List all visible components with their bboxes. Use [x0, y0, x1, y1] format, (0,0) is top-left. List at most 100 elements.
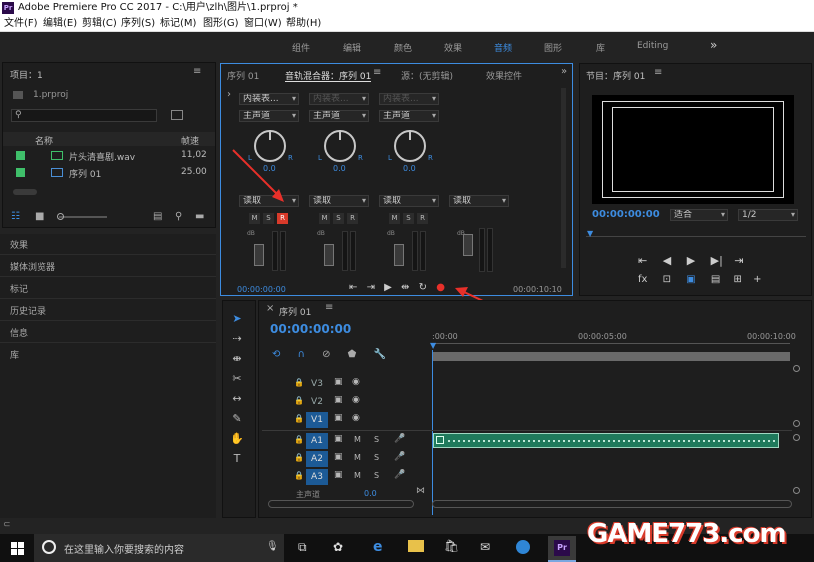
playback-resolution-dropdown[interactable]: 1/2 — [738, 209, 798, 221]
work-area-bar[interactable] — [432, 352, 790, 361]
export-frame-icon[interactable]: ⊞ — [734, 274, 742, 285]
premiere-taskbar-button[interactable]: Pr — [548, 536, 576, 562]
sync-lock-icon[interactable]: ▣ — [334, 470, 343, 480]
add-button-icon[interactable]: + — [753, 274, 761, 285]
pen-tool-icon[interactable]: ✎ — [229, 411, 245, 427]
voice-over-mic-icon[interactable]: 🎤 — [394, 452, 405, 462]
master-track-label: 主声道 — [296, 490, 320, 499]
playhead-icon[interactable]: ▼ — [430, 341, 436, 350]
lock-icon[interactable]: 🔒 — [294, 435, 304, 444]
zoom-level-dropdown[interactable]: 适合 — [670, 209, 728, 221]
track-label[interactable]: A3 — [306, 469, 328, 485]
store-icon[interactable]: 🛍 — [444, 539, 459, 553]
mute-button[interactable]: M — [354, 435, 361, 444]
track-label[interactable]: V3 — [306, 376, 328, 392]
track-scroll-handle[interactable] — [793, 420, 800, 427]
panel-menu-icon[interactable]: ≡ — [654, 67, 662, 78]
status-icon: ⊂ — [3, 520, 11, 530]
track-label[interactable]: V1 — [306, 412, 328, 428]
voice-over-mic-icon[interactable]: 🎤 — [394, 434, 405, 444]
track-label[interactable]: V2 — [306, 394, 328, 410]
watermark: GAME773.com — [587, 519, 787, 549]
task-view-icon[interactable]: ⧉ — [298, 540, 307, 555]
eye-icon[interactable]: ◉ — [352, 413, 360, 423]
track-scroll-handle[interactable] — [793, 434, 800, 441]
track-scroll-handle[interactable] — [793, 365, 800, 372]
lock-icon[interactable]: 🔒 — [294, 378, 304, 387]
audio-clip[interactable] — [433, 433, 779, 448]
program-monitor-panel: 节目：序列 01 ≡ 00:00:00:00 适合 1/2 ▼ ⇤ ◀ ▶ ▶|… — [579, 63, 812, 296]
fx-icon[interactable]: fx — [638, 274, 647, 285]
mute-button[interactable]: M — [354, 471, 361, 480]
sync-lock-icon[interactable]: ▣ — [334, 377, 343, 387]
eye-icon[interactable]: ◉ — [352, 377, 360, 387]
solo-button[interactable]: S — [374, 435, 379, 444]
nest-icon[interactable]: ⟲ — [272, 349, 280, 360]
lock-icon[interactable]: 🔒 — [294, 396, 304, 405]
step-frame-back-icon[interactable]: ◀ — [663, 254, 671, 267]
solo-button[interactable]: S — [374, 453, 379, 462]
track-label[interactable]: A2 — [306, 451, 328, 467]
voice-over-mic-icon[interactable]: 🎤 — [394, 470, 405, 480]
lock-icon[interactable]: 🔒 — [294, 414, 304, 423]
insert-icon[interactable]: ⊡ — [663, 274, 671, 285]
track-label[interactable]: A1 — [306, 433, 328, 449]
sync-lock-icon[interactable]: ▣ — [334, 434, 343, 444]
file-explorer-icon[interactable] — [408, 540, 424, 552]
master-track-volume[interactable]: 0.0 — [364, 489, 377, 498]
program-buttons: fx ⊡ ▣ ▤ ⊞ + — [638, 274, 761, 285]
panel-menu-icon[interactable]: ≡ — [325, 302, 333, 313]
slip-tool-icon[interactable]: ↔ — [229, 391, 245, 407]
track-header-a1: 🔒 A1 ▣ M S 🎤 — [262, 432, 430, 450]
timeline-timecode[interactable]: 00:00:00:00 — [270, 322, 351, 336]
mail-icon[interactable]: ✉ — [480, 540, 490, 554]
track-header-a2: 🔒 A2 ▣ M S 🎤 — [262, 450, 430, 468]
settings-wrench-icon[interactable]: 🔧 — [374, 349, 386, 360]
add-marker-icon[interactable]: ⬟ — [348, 349, 357, 360]
windows-start-icon[interactable] — [11, 542, 24, 555]
ripple-edit-tool-icon[interactable]: ⇼ — [229, 351, 245, 367]
type-tool-icon[interactable]: T — [229, 451, 245, 467]
eye-icon[interactable]: ◉ — [352, 395, 360, 405]
solo-button[interactable]: S — [374, 471, 379, 480]
program-timeline-ruler[interactable] — [586, 236, 806, 237]
program-title: 节目：序列 01 — [586, 72, 646, 82]
sync-lock-icon[interactable]: ▣ — [334, 413, 343, 423]
mute-button[interactable]: M — [354, 453, 361, 462]
play-icon[interactable]: ▶ — [687, 254, 695, 267]
playhead-icon[interactable]: ▼ — [587, 229, 593, 238]
snap-icon[interactable]: ∩ — [298, 349, 305, 360]
pinwheel-app-icon[interactable]: ✿ — [333, 540, 343, 554]
step-frame-forward-icon[interactable]: ▶| — [711, 254, 723, 267]
taskbar-search-box[interactable]: 在这里输入你要搜索的内容 🎙 — [34, 534, 284, 562]
track-scroll-handle[interactable] — [793, 487, 800, 494]
selection-tool-icon[interactable]: ➤ — [229, 311, 245, 327]
track-header-v2: 🔒 V2 ▣ ◉ — [262, 393, 430, 411]
go-to-out-icon[interactable]: ⇥ — [734, 254, 743, 267]
sync-lock-icon[interactable]: ▣ — [334, 395, 343, 405]
program-timecode[interactable]: 00:00:00:00 — [592, 209, 660, 220]
program-transport: ⇤ ◀ ▶ ▶| ⇥ — [638, 254, 744, 267]
fx-badge-icon — [436, 436, 444, 444]
step-back-icon[interactable]: ⇤ — [638, 254, 647, 267]
timeline-horizontal-scrollbar[interactable] — [268, 500, 414, 508]
sync-lock-icon[interactable]: ▣ — [334, 452, 343, 462]
time-ruler[interactable] — [432, 343, 790, 346]
edge-browser-icon[interactable]: e — [373, 539, 383, 555]
microphone-icon[interactable]: 🎙 — [266, 541, 279, 552]
lock-icon[interactable]: 🔒 — [294, 471, 304, 480]
lock-icon[interactable]: 🔒 — [294, 453, 304, 462]
master-track-end-icon[interactable]: ⋈ — [416, 486, 425, 496]
multicam-icon[interactable]: ▤ — [711, 274, 720, 285]
track-select-tool-icon[interactable]: ⇢ — [229, 331, 245, 347]
timeline-title: 序列 01 — [279, 308, 312, 318]
linked-selection-icon[interactable]: ⊘ — [322, 349, 330, 360]
close-tab-icon[interactable]: × — [266, 303, 274, 314]
hand-tool-icon[interactable]: ✋ — [229, 431, 245, 447]
safe-margins-icon[interactable]: ▣ — [686, 274, 695, 285]
razor-tool-icon[interactable]: ✂ — [229, 371, 245, 387]
track-header-v3: 🔒 V3 ▣ ◉ — [262, 375, 430, 393]
bird-app-icon[interactable] — [516, 540, 530, 554]
program-video-frame[interactable] — [592, 95, 794, 204]
timeline-zoom-scrollbar[interactable] — [432, 500, 792, 508]
